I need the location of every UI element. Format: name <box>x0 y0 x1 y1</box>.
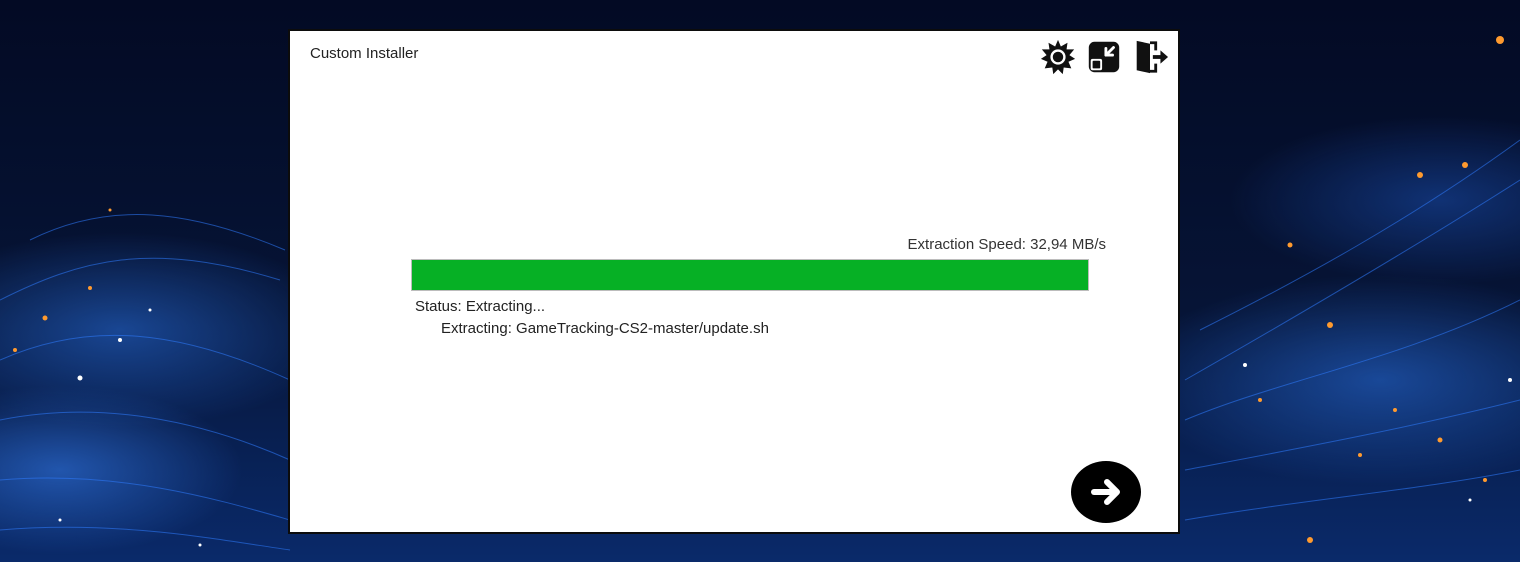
next-button[interactable] <box>1071 461 1141 523</box>
sun-gear-icon <box>1040 39 1076 75</box>
exit-button[interactable] <box>1130 37 1170 77</box>
extraction-progress-bar <box>411 259 1089 291</box>
window-title: Custom Installer <box>310 45 419 62</box>
window-toolbar <box>1038 37 1170 77</box>
settings-button[interactable] <box>1038 37 1078 77</box>
current-file-label: Extracting: GameTracking-CS2-master/upda… <box>441 320 769 337</box>
exit-door-icon <box>1136 40 1169 74</box>
progress-bar-fill <box>412 260 1088 290</box>
installer-window: Custom Installer Extraction Speed: 32,94… <box>288 29 1180 534</box>
status-label: Status: Extracting... <box>415 298 546 315</box>
minimize-window-icon <box>1088 41 1120 73</box>
arrow-right-icon <box>1091 479 1120 505</box>
extraction-speed-label: Extraction Speed: 32,94 MB/s <box>907 236 1106 253</box>
minimize-button[interactable] <box>1084 37 1124 77</box>
